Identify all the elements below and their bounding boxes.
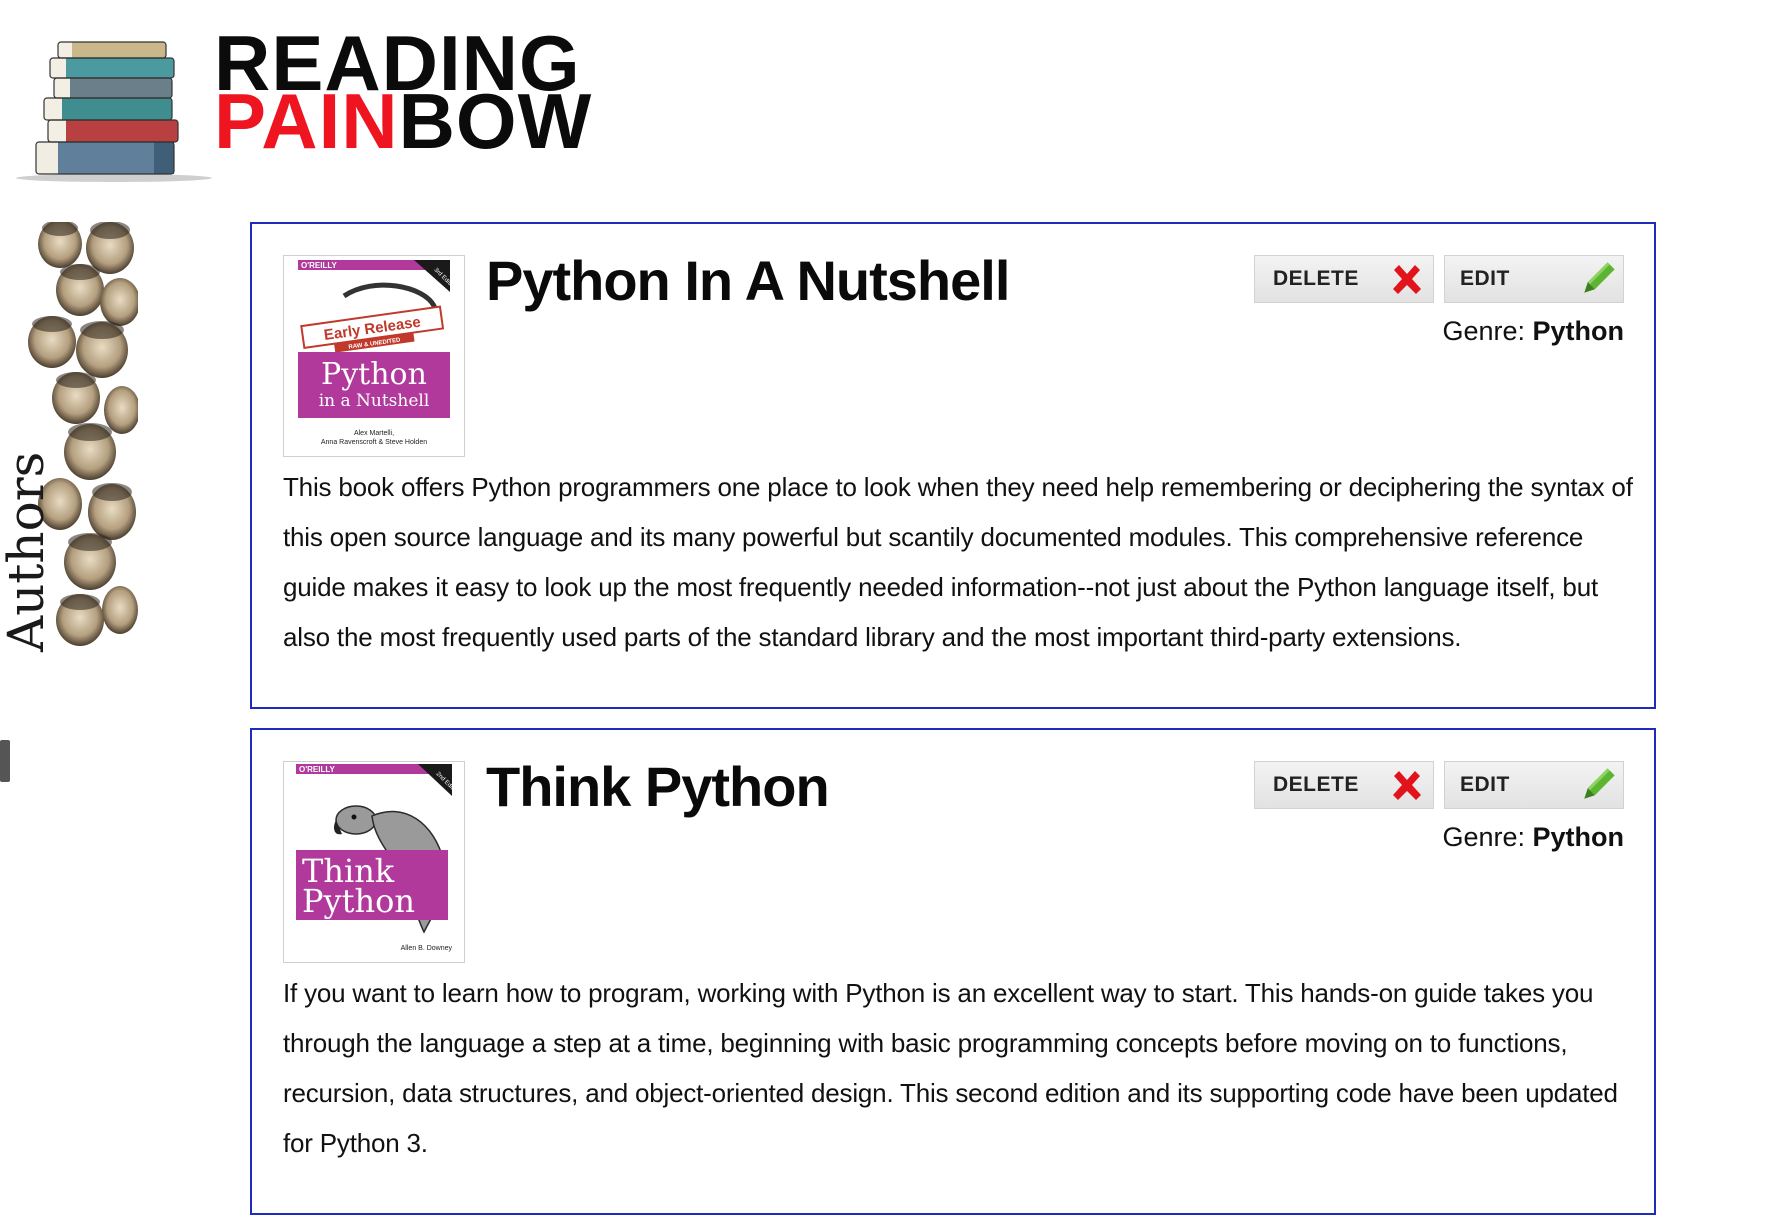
green-pencil-icon (1584, 768, 1615, 799)
book-genre: Genre: Python (1442, 822, 1624, 853)
book-description: If you want to learn how to program, wor… (283, 978, 1618, 1158)
genre-value: Python (1532, 822, 1625, 852)
edit-button[interactable]: EDIT (1444, 255, 1624, 303)
book-actions: DELETE EDIT (1254, 255, 1624, 303)
book-card: O'REILLY 2nd Edition Think Python Allen … (250, 728, 1656, 1215)
red-x-icon (1393, 771, 1421, 800)
book-actions: DELETE EDIT (1254, 761, 1624, 809)
book-cover-image: O'REILLY 3rd Edition Early Release RAW &… (283, 255, 465, 457)
book-card: O'REILLY 3rd Edition Early Release RAW &… (250, 222, 1656, 709)
edit-button-label: EDIT (1460, 773, 1510, 796)
page: READING PAINBOW Authors O'REILLY 3rd Edi… (0, 0, 1788, 1226)
book-cover-image: O'REILLY 2nd Edition Think Python Allen … (283, 761, 465, 963)
green-pencil-icon (1584, 262, 1615, 293)
logo-black-part: BOW (398, 77, 593, 165)
authors-label: Authors (0, 451, 55, 652)
genre-label: Genre: (1442, 822, 1533, 852)
cover-author: Allen B. Downey (401, 945, 453, 952)
cover-title-line2: in a Nutshell (319, 391, 430, 411)
book-title: Python In A Nutshell (486, 249, 1010, 312)
delete-button[interactable]: DELETE (1254, 761, 1434, 809)
cover-authors-line2: Anna Ravenscroft & Steve Holden (321, 439, 427, 446)
cover-title-line2: Python (302, 882, 415, 920)
nutshell-cover-icon: O'REILLY 3rd Edition Early Release RAW &… (284, 256, 464, 456)
book-title: Think Python (486, 755, 830, 818)
logo-line-painbow: PAINBOW (214, 82, 592, 160)
cover-title-line1: Python (321, 357, 427, 392)
think-python-cover-icon: O'REILLY 2nd Edition Think Python Allen … (284, 762, 464, 962)
book-description: This book offers Python programmers one … (283, 472, 1633, 652)
logo-wordmark: READING PAINBOW (214, 24, 592, 160)
red-x-icon (1393, 265, 1421, 294)
delete-button-label: DELETE (1273, 267, 1359, 290)
cover-publisher: O'REILLY (301, 261, 338, 270)
book-list: O'REILLY 3rd Edition Early Release RAW &… (250, 222, 1656, 1226)
side-scroll-handle[interactable] (0, 740, 10, 782)
edit-button[interactable]: EDIT (1444, 761, 1624, 809)
site-logo[interactable]: READING PAINBOW (14, 24, 591, 183)
edit-button-label: EDIT (1460, 267, 1510, 290)
authors-tab[interactable]: Authors (0, 222, 140, 652)
delete-button[interactable]: DELETE (1254, 255, 1434, 303)
delete-button-label: DELETE (1273, 773, 1359, 796)
cover-publisher: O'REILLY (299, 765, 336, 774)
logo-red-part: PAIN (214, 77, 399, 165)
genre-value: Python (1532, 316, 1625, 346)
genre-label: Genre: (1442, 316, 1533, 346)
book-stack-icon (16, 41, 212, 182)
book-genre: Genre: Python (1442, 316, 1624, 347)
cover-authors-line1: Alex Martelli, (354, 430, 394, 437)
